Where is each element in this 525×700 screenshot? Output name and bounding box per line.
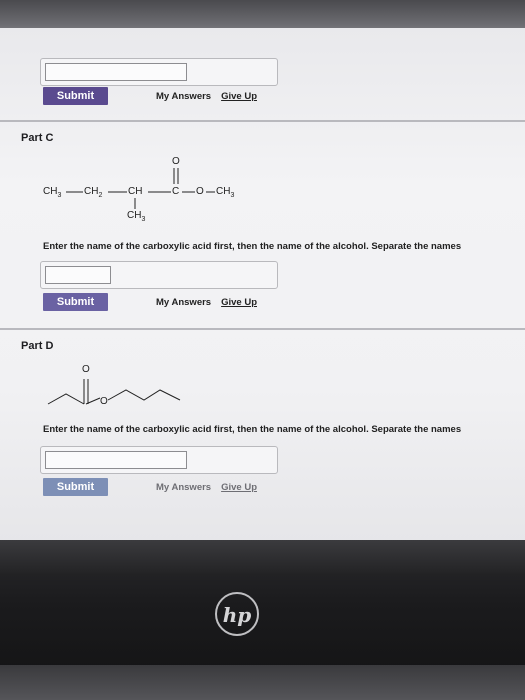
hp-logo: hp — [215, 592, 259, 636]
screen: Submit My Answers Give Up Part C CH3 CH2 … — [0, 28, 525, 544]
give-up-link-part-d[interactable]: Give Up — [221, 482, 257, 493]
hinge-strip — [0, 540, 525, 574]
ester-oxygen-d: O — [100, 396, 108, 407]
laptop-base — [0, 665, 525, 700]
skeletal-bonds — [47, 379, 181, 405]
answer-box-part-d — [40, 446, 278, 474]
answer-links-part-d: My Answers Give Up — [156, 482, 257, 493]
answer-input-part-d[interactable] — [45, 451, 187, 469]
my-answers-link-part-d[interactable]: My Answers — [156, 482, 211, 493]
instruction-part-d: Enter the name of the carboxylic acid fi… — [43, 424, 462, 435]
carbonyl-oxygen-d: O — [82, 364, 90, 375]
submit-button-part-d[interactable]: Submit — [43, 478, 108, 496]
